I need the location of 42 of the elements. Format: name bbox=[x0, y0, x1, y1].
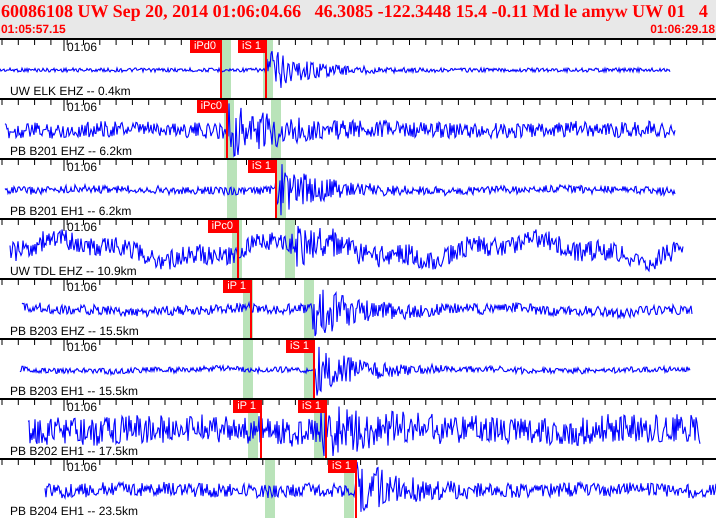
pick-label[interactable]: iPc0 bbox=[196, 100, 226, 113]
station-label: UW TDL EHZ -- 10.9km bbox=[10, 265, 137, 278]
end-time: 01:06:29.18 bbox=[650, 22, 715, 36]
pick-label[interactable]: iS 1 bbox=[328, 460, 355, 473]
time-label: 01:06 bbox=[67, 41, 98, 54]
pick-line bbox=[313, 340, 315, 398]
time-label: 01:06 bbox=[67, 101, 98, 114]
time-label: 01:06 bbox=[67, 221, 98, 234]
station-label: PB B201 EH1 -- 6.2km bbox=[10, 205, 132, 218]
pick-window-band bbox=[243, 340, 253, 398]
time-label: 01:06 bbox=[67, 401, 98, 414]
station-label: UW ELK EHZ -- 0.4km bbox=[10, 85, 131, 98]
pick-label[interactable]: iS 1 bbox=[248, 160, 275, 173]
pick-window-band bbox=[227, 160, 237, 218]
pick-line bbox=[220, 40, 222, 98]
pick-line bbox=[275, 160, 277, 218]
station-label: PB B203 EH1 -- 15.5km bbox=[10, 385, 138, 398]
pick-label[interactable]: iPc0 bbox=[208, 220, 237, 233]
pick-window-band bbox=[265, 460, 275, 518]
pick-line bbox=[250, 280, 252, 338]
pick-line bbox=[237, 220, 239, 278]
pick-label[interactable]: iP 1 bbox=[223, 280, 250, 293]
time-label: 01:06 bbox=[67, 461, 98, 474]
station-label: PB B204 EH1 -- 23.5km bbox=[10, 505, 138, 518]
event-title: 60086108 UW Sep 20, 2014 01:06:04.66 46.3085 -122.3448 15.4 -0.11 Md le amyw UW 01 4 bbox=[0, 0, 709, 22]
time-label: 01:06 bbox=[67, 161, 98, 174]
pick-label[interactable]: iS 1 bbox=[298, 400, 325, 413]
station-label: PB B201 EHZ -- 6.2km bbox=[10, 145, 132, 158]
station-label: PB B203 EHZ -- 15.5km bbox=[10, 325, 139, 338]
pick-line bbox=[355, 460, 357, 518]
station-label: PB B202 EH1 -- 17.5km bbox=[10, 445, 138, 458]
time-label: 01:06 bbox=[67, 341, 98, 354]
pick-label[interactable]: iP 1 bbox=[233, 400, 260, 413]
pick-label[interactable]: iS 1 bbox=[286, 340, 313, 353]
pick-line bbox=[325, 400, 327, 458]
time-label: 01:06 bbox=[67, 281, 98, 294]
pick-line bbox=[260, 400, 262, 458]
start-time: 01:05:57.15 bbox=[1, 22, 66, 36]
pick-line bbox=[226, 100, 228, 158]
pick-label[interactable]: iS 1 bbox=[238, 40, 265, 53]
pick-label[interactable]: iPd0 bbox=[190, 40, 220, 53]
pick-line bbox=[265, 40, 267, 98]
